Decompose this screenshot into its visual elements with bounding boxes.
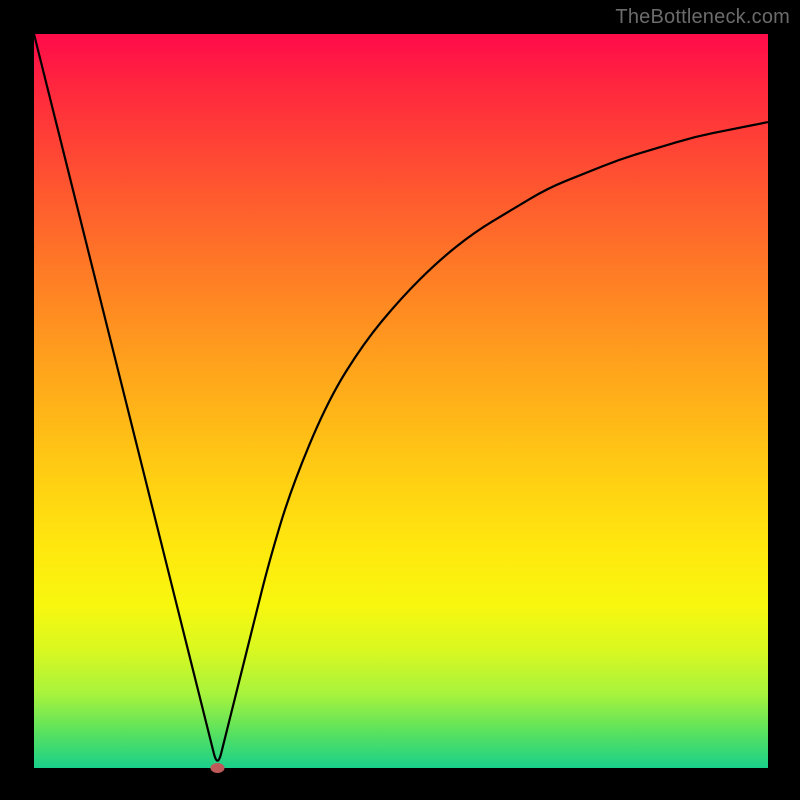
chart-plot-area <box>34 34 768 768</box>
bottleneck-curve-path <box>34 34 768 761</box>
chart-frame: TheBottleneck.com <box>0 0 800 800</box>
bottleneck-curve-svg <box>34 34 768 768</box>
watermark-text: TheBottleneck.com <box>615 6 790 29</box>
optimal-point-marker <box>211 763 225 773</box>
